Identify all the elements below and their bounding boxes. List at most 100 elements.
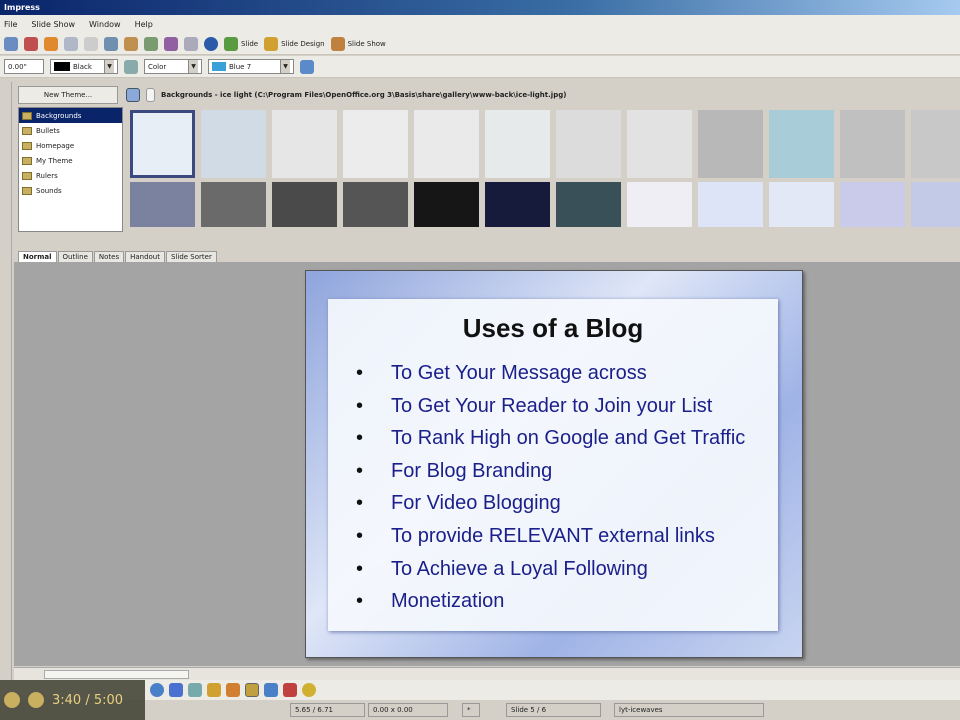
menu-window[interactable]: Window (89, 20, 121, 29)
theme-item[interactable]: My Theme (19, 153, 122, 168)
gallery-thumbnail[interactable] (911, 110, 960, 178)
tab-slide-sorter[interactable]: Slide Sorter (166, 251, 217, 262)
slide-canvas[interactable]: Uses of a Blog • To Get Your Message acro… (305, 270, 803, 658)
bullet-icon: • (356, 590, 364, 613)
slide-design-button[interactable]: Slide Design (264, 36, 325, 51)
slide-content-box[interactable]: Uses of a Blog • To Get Your Message acro… (328, 299, 778, 631)
area-style-select[interactable]: Color ▼ (144, 59, 202, 74)
slide-title[interactable]: Uses of a Blog (328, 313, 778, 344)
rotate-icon[interactable] (264, 683, 278, 697)
gallery-thumbnail[interactable] (485, 182, 550, 227)
gallery-thumbnail[interactable] (698, 110, 763, 178)
table-icon[interactable] (104, 36, 118, 51)
menu-slide-show[interactable]: Slide Show (31, 20, 75, 29)
extrusion-icon[interactable] (245, 683, 259, 697)
new-theme-button[interactable]: New Theme... (18, 86, 118, 104)
bullet-icon: • (356, 362, 364, 384)
line-fill-toolbar: 0.00" Black ▼ Color ▼ Blue 7 ▼ (0, 56, 960, 78)
tab-normal[interactable]: Normal (18, 251, 57, 262)
line-color-select[interactable]: Black ▼ (50, 59, 118, 74)
gallery-thumbnail[interactable] (201, 110, 266, 178)
gallery-thumbnail[interactable] (414, 110, 479, 178)
horizontal-scrollbar[interactable] (14, 667, 960, 680)
video-overlay: 3:40 / 5:00 (0, 680, 145, 720)
gallery-thumbnail[interactable] (627, 110, 692, 178)
effects-icon[interactable] (302, 683, 316, 697)
slide-button[interactable]: Slide (224, 36, 258, 51)
star-icon[interactable] (169, 683, 183, 697)
gallery-thumbnail[interactable] (769, 182, 834, 227)
play-icon[interactable] (4, 692, 20, 708)
scrollbar-thumb[interactable] (44, 670, 189, 679)
color-swatch (212, 62, 226, 71)
chart-icon[interactable] (124, 36, 138, 51)
curve-icon[interactable] (188, 683, 202, 697)
bullet-item: • Monetization (356, 590, 778, 623)
icon-view-icon[interactable] (126, 88, 140, 102)
tab-notes[interactable]: Notes (93, 251, 125, 262)
tab-handout[interactable]: Handout (125, 251, 165, 262)
line-width-field[interactable]: 0.00" (4, 59, 44, 74)
menu-bar: File Slide Show Window Help (0, 15, 960, 33)
menu-help[interactable]: Help (135, 20, 153, 29)
gallery-thumbnail[interactable] (698, 182, 763, 227)
chevron-down-icon: ▼ (188, 60, 198, 73)
color-swatch (54, 62, 70, 71)
theme-item[interactable]: Bullets (19, 123, 122, 138)
gallery-thumbnail[interactable] (840, 110, 905, 178)
gallery-thumbnail[interactable] (485, 110, 550, 178)
navigator-icon[interactable] (144, 36, 158, 51)
gallery-panel: New Theme... Backgrounds Bullets Homepag… (14, 82, 960, 237)
gallery-thumbnail[interactable] (343, 110, 408, 178)
image-icon[interactable] (226, 683, 240, 697)
gallery-thumbnail[interactable] (272, 110, 337, 178)
theme-item[interactable]: Backgrounds (19, 108, 122, 123)
gallery-thumbnail[interactable] (272, 182, 337, 227)
folder-icon (22, 141, 32, 150)
menu-file[interactable]: File (4, 20, 17, 29)
folder-icon (22, 111, 32, 120)
new-slide-icon (224, 36, 238, 51)
undo-icon[interactable] (4, 36, 18, 51)
bullet-text: To Get Your Message across (391, 362, 647, 384)
gallery-thumbnail[interactable] (911, 182, 960, 227)
gallery-thumbnail[interactable] (201, 182, 266, 227)
shapes-icon[interactable] (150, 683, 164, 697)
bullet-text: To Achieve a Loyal Following (391, 557, 648, 580)
gallery-thumbnail[interactable] (556, 110, 621, 178)
theme-item[interactable]: Sounds (19, 183, 122, 198)
bullet-text: To Rank High on Google and Get Traffic (391, 427, 746, 450)
cut-icon[interactable] (44, 36, 58, 51)
fontwork-icon[interactable] (207, 683, 221, 697)
slide-show-button[interactable]: Slide Show (330, 36, 386, 51)
gallery-thumbnail[interactable] (627, 182, 692, 227)
help-icon[interactable] (204, 36, 218, 51)
gallery-thumbnail[interactable] (769, 110, 834, 178)
zoom-icon[interactable] (184, 36, 198, 51)
tab-outline[interactable]: Outline (57, 251, 93, 262)
gallery-thumbnail[interactable] (343, 182, 408, 227)
folder-icon (22, 126, 32, 135)
gallery-thumbnail[interactable] (556, 182, 621, 227)
theme-item[interactable]: Rulers (19, 168, 122, 183)
theme-item[interactable]: Homepage (19, 138, 122, 153)
gallery-thumbnails (130, 110, 960, 227)
gallery-thumbnail[interactable] (130, 110, 195, 178)
shadow-icon[interactable] (300, 59, 314, 74)
view-tabs: Normal Outline Notes Handout Slide Sorte… (14, 246, 960, 262)
gallery-thumbnail[interactable] (414, 182, 479, 227)
save-icon[interactable] (24, 36, 38, 51)
video-time: 3:40 / 5:00 (52, 692, 124, 708)
detail-view-icon[interactable] (146, 88, 155, 102)
copy-icon[interactable] (64, 36, 78, 51)
area-icon[interactable] (124, 59, 138, 74)
draw-icon[interactable] (164, 36, 178, 51)
align-icon[interactable] (283, 683, 297, 697)
area-color-select[interactable]: Blue 7 ▼ (208, 59, 294, 74)
gallery-thumbnail[interactable] (130, 182, 195, 227)
title-bar: Impress (0, 0, 960, 15)
bullet-list[interactable]: • To Get Your Message across • To Get Your … (328, 362, 778, 623)
paste-icon[interactable] (84, 36, 98, 51)
volume-icon[interactable] (28, 692, 44, 708)
gallery-thumbnail[interactable] (840, 182, 905, 227)
